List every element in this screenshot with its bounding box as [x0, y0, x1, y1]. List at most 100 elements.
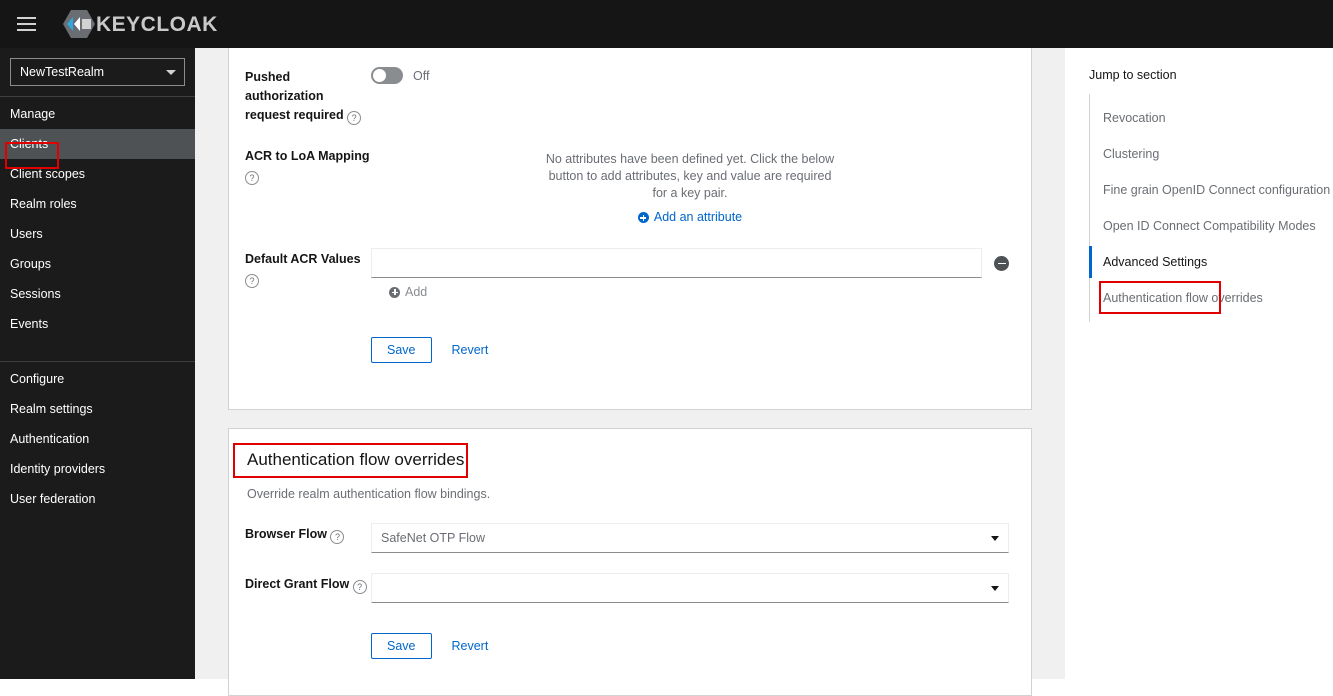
acr-empty-state: No attributes have been defined yet. Cli… [545, 151, 835, 228]
pushed-authorization-row: Pushed authorization request required ? … [245, 66, 1009, 125]
sidebar-item-groups[interactable]: Groups [0, 249, 195, 279]
sidebar-group-manage: Manage [0, 96, 195, 129]
browser-flow-select[interactable]: SafeNet OTP Flow [371, 523, 1009, 553]
toggle-knob [373, 69, 386, 82]
sidebar: NewTestRealm Manage Clients Client scope… [0, 48, 195, 679]
default-acr-values-field: Add [371, 248, 1009, 301]
authentication-flow-overrides-card: Authentication flow overrides Override r… [228, 428, 1032, 696]
hamburger-icon[interactable] [8, 6, 44, 42]
jump-item-advanced-settings[interactable]: Advanced Settings [1089, 244, 1333, 280]
sidebar-item-realm-roles[interactable]: Realm roles [0, 189, 195, 219]
add-acr-value-button[interactable]: Add [389, 285, 427, 299]
jump-item-fine-grain-openid-connect-configuration[interactable]: Fine grain OpenID Connect configuration [1090, 172, 1333, 208]
direct-grant-flow-label-text: Direct Grant Flow [245, 577, 350, 591]
keycloak-admin-console: KEYCLOAK NewTestRealm Manage Clients Cli… [0, 0, 1333, 696]
jump-item-clustering[interactable]: Clustering [1090, 136, 1333, 172]
sidebar-item-sessions[interactable]: Sessions [0, 279, 195, 309]
revert-button[interactable]: Revert [442, 634, 499, 658]
hamburger-bar [16, 29, 36, 31]
jump-item-revocation[interactable]: Revocation [1090, 100, 1333, 136]
authentication-flow-overrides-title: Authentication flow overrides [247, 450, 465, 469]
jump-item-label: Open ID Connect Compatibility Modes [1103, 219, 1316, 233]
brand-logo[interactable]: KEYCLOAK [62, 9, 218, 39]
acr-to-loa-row: ACR to LoA Mapping ? No attributes have … [245, 145, 1009, 228]
sidebar-item-label: Sessions [10, 287, 61, 301]
remove-acr-value-button[interactable] [994, 255, 1009, 271]
default-acr-values-input[interactable] [371, 248, 982, 278]
jump-item-label: Advanced Settings [1103, 255, 1208, 269]
plus-circle-icon [637, 212, 649, 223]
sidebar-item-client-scopes[interactable]: Client scopes [0, 159, 195, 189]
sidebar-item-label: Client scopes [10, 167, 86, 181]
sidebar-item-label: Realm settings [10, 402, 93, 416]
brand-text: KEYCLOAK [96, 12, 218, 36]
browser-flow-field: SafeNet OTP Flow [371, 523, 1009, 553]
pushed-authorization-toggle[interactable] [371, 67, 403, 84]
authentication-flow-overrides-actions: Save Revert [371, 633, 1009, 659]
sidebar-item-label: Identity providers [10, 462, 106, 476]
sidebar-item-identity-providers[interactable]: Identity providers [0, 454, 195, 484]
jump-item-authentication-flow-overrides[interactable]: Authentication flow overrides [1090, 280, 1333, 316]
help-icon[interactable]: ? [352, 580, 367, 594]
save-button[interactable]: Save [371, 633, 432, 659]
pushed-authorization-label: Pushed authorization request required ? [245, 66, 371, 125]
sidebar-item-events[interactable]: Events [0, 309, 195, 339]
sidebar-item-label: Users [10, 227, 43, 241]
browser-flow-label: Browser Flow ? [245, 523, 371, 544]
sidebar-item-clients[interactable]: Clients [0, 129, 195, 159]
help-icon[interactable]: ? [245, 274, 259, 288]
jump-item-label: Authentication flow overrides [1103, 291, 1263, 305]
add-an-attribute-label: Add an attribute [653, 210, 743, 224]
jump-item-label: Fine grain OpenID Connect configuration [1103, 183, 1331, 197]
settings-cards-column: Pushed authorization request required ? … [195, 48, 1065, 696]
direct-grant-flow-label: Direct Grant Flow ? [245, 573, 371, 594]
chevron-down-icon [991, 535, 999, 541]
add-acr-value-label: Add [405, 285, 428, 299]
jump-item-label: Clustering [1103, 147, 1160, 161]
authentication-flow-overrides-description: Override realm authentication flow bindi… [247, 487, 491, 501]
acr-to-loa-label-text: ACR to LoA Mapping [245, 149, 370, 163]
jump-to-section-title: Jump to section [1089, 68, 1177, 82]
sidebar-item-label: User federation [10, 492, 96, 506]
default-acr-values-label: Default ACR Values ? [245, 248, 371, 288]
toggle-state-label: Off [413, 68, 430, 83]
jump-to-section-panel: Jump to section Revocation Clustering Fi… [1065, 48, 1333, 679]
pushed-authorization-field: Off [371, 66, 1009, 84]
hamburger-bar [16, 23, 36, 25]
sidebar-item-label: Realm roles [10, 197, 77, 211]
revert-button[interactable]: Revert [442, 338, 499, 362]
chevron-down-icon [166, 69, 176, 75]
help-icon[interactable]: ? [347, 111, 362, 125]
direct-grant-flow-field [371, 573, 1009, 603]
main-content: Pushed authorization request required ? … [195, 48, 1333, 696]
add-an-attribute-button[interactable]: Add an attribute [637, 209, 743, 226]
help-icon[interactable]: ? [245, 171, 259, 185]
sidebar-item-label: Groups [10, 257, 51, 271]
sidebar-item-label: Authentication [10, 432, 90, 446]
pushed-authorization-label-text: Pushed authorization request required [245, 70, 344, 122]
default-acr-values-label-text: Default ACR Values [245, 252, 361, 266]
acr-to-loa-label: ACR to LoA Mapping ? [245, 145, 371, 185]
save-button[interactable]: Save [371, 336, 432, 363]
direct-grant-flow-select[interactable] [371, 573, 1009, 603]
direct-grant-flow-row: Direct Grant Flow ? [245, 573, 1009, 603]
masthead: KEYCLOAK [0, 0, 1333, 48]
jump-to-section-list: Revocation Clustering Fine grain OpenID … [1089, 94, 1333, 322]
jump-item-open-id-connect-compatibility-modes[interactable]: Open ID Connect Compatibility Modes [1090, 208, 1333, 244]
browser-flow-row: Browser Flow ? SafeNet OTP Flow [245, 523, 1009, 553]
help-icon[interactable]: ? [330, 530, 345, 544]
sidebar-item-authentication[interactable]: Authentication [0, 424, 195, 454]
acr-empty-state-text: No attributes have been defined yet. Cli… [545, 152, 835, 200]
advanced-settings-card: Pushed authorization request required ? … [228, 48, 1032, 410]
sidebar-item-label: Events [10, 317, 49, 331]
keycloak-hexagon-icon [63, 10, 95, 38]
jump-item-label: Revocation [1103, 111, 1166, 125]
realm-selector-value: NewTestRealm [20, 65, 105, 79]
realm-selector[interactable]: NewTestRealm [10, 58, 185, 86]
sidebar-item-realm-settings[interactable]: Realm settings [0, 394, 195, 424]
sidebar-item-user-federation[interactable]: User federation [0, 484, 195, 514]
sidebar-group-configure: Configure [0, 361, 195, 394]
sidebar-item-users[interactable]: Users [0, 219, 195, 249]
sidebar-item-label: Clients [10, 137, 49, 151]
